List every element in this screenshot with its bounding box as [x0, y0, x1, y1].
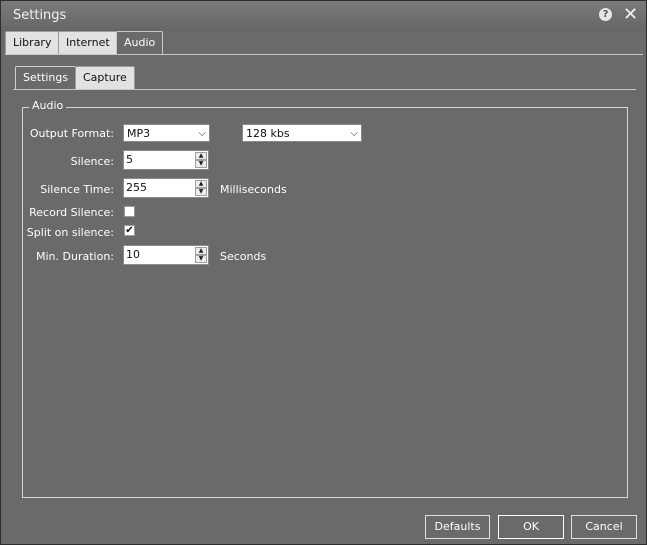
spin-down-icon[interactable]: ▼ [195, 188, 207, 196]
silence-time-stepper[interactable]: 255 ▲ ▼ [123, 178, 209, 198]
title-bar: Settings ? ✕ [1, 1, 646, 31]
min-duration-stepper[interactable]: 10 ▲ ▼ [123, 245, 209, 265]
stepper-buttons: ▲ ▼ [195, 247, 207, 263]
settings-window: Settings ? ✕ Library Internet Audio Sett… [0, 0, 647, 545]
record-silence-checkbox[interactable] [124, 206, 135, 217]
spin-up-icon[interactable]: ▲ [195, 152, 207, 160]
silence-time-value: 255 [126, 181, 147, 194]
output-format-label: Output Format: [29, 127, 114, 140]
tab-settings[interactable]: Settings [15, 66, 77, 90]
audio-group-legend: Audio [29, 99, 67, 112]
tab-audio[interactable]: Audio [116, 31, 164, 55]
bitrate-value: 128 kbs [246, 127, 290, 140]
output-format-value: MP3 [127, 127, 151, 140]
min-duration-label: Min. Duration: [36, 250, 114, 263]
silence-stepper[interactable]: 5 ▲ ▼ [123, 150, 209, 170]
spin-up-icon[interactable]: ▲ [195, 180, 207, 188]
silence-time-label: Silence Time: [40, 183, 114, 196]
silence-value: 5 [126, 153, 133, 166]
stepper-buttons: ▲ ▼ [195, 152, 207, 168]
chevron-down-icon: ⌵ [198, 128, 206, 139]
tab-library[interactable]: Library [5, 31, 60, 54]
defaults-button[interactable]: Defaults [425, 515, 490, 539]
ok-button[interactable]: OK [498, 515, 564, 539]
silence-label: Silence: [70, 155, 114, 168]
tab-divider [5, 54, 643, 55]
window-title: Settings [13, 8, 67, 23]
spin-down-icon[interactable]: ▼ [195, 255, 207, 263]
min-duration-unit: Seconds [220, 250, 267, 263]
tab-internet[interactable]: Internet [58, 31, 118, 54]
check-icon: ✔ [125, 225, 134, 236]
min-duration-value: 10 [126, 248, 140, 261]
spin-up-icon[interactable]: ▲ [195, 247, 207, 255]
spin-down-icon[interactable]: ▼ [195, 160, 207, 168]
output-format-select[interactable]: MP3 ⌵ [123, 124, 210, 142]
subtab-divider [13, 89, 636, 90]
split-on-silence-label: Split on silence: [26, 226, 114, 239]
stepper-buttons: ▲ ▼ [195, 180, 207, 196]
split-on-silence-checkbox[interactable]: ✔ [124, 225, 135, 236]
tab-capture[interactable]: Capture [75, 66, 135, 89]
bitrate-select[interactable]: 128 kbs ⌵ [242, 124, 362, 142]
record-silence-label: Record Silence: [29, 206, 114, 219]
help-icon[interactable]: ? [599, 8, 612, 21]
close-icon[interactable]: ✕ [623, 5, 638, 25]
silence-time-unit: Milliseconds [220, 183, 287, 196]
chevron-down-icon: ⌵ [350, 128, 358, 139]
cancel-button[interactable]: Cancel [571, 515, 637, 539]
